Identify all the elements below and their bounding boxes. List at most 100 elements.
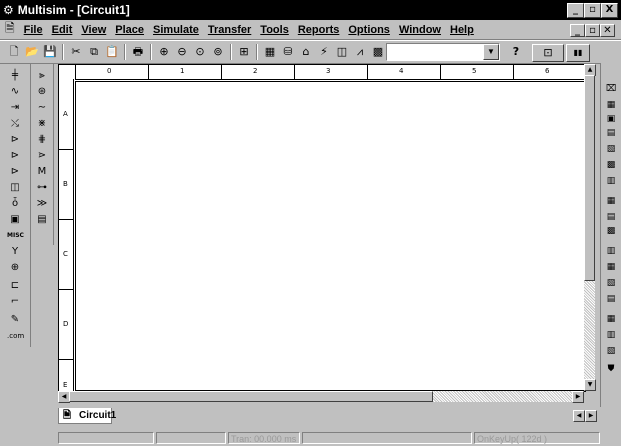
iv-analyzer-icon[interactable]: ▥ (604, 245, 618, 257)
rf-icon[interactable]: ✎ (7, 313, 23, 327)
logic-converter-icon[interactable]: ▩ (604, 225, 618, 237)
logic-analyzer-icon[interactable]: Ⅿ (34, 165, 50, 179)
close-button[interactable]: X (601, 3, 618, 18)
diode-icon[interactable]: ⇥ (7, 101, 23, 115)
wattmeter-icon[interactable]: ∼ (34, 101, 50, 115)
network-analyzer-icon[interactable]: ▤ (604, 293, 618, 305)
spectrum-analyzer-icon[interactable]: ▤ (34, 213, 50, 227)
in-use-list-combo[interactable]: ▼ (386, 43, 500, 61)
oscilloscope-icon[interactable]: ⋇ (34, 117, 50, 131)
antenna-icon[interactable]: Y (7, 245, 23, 259)
menu-window[interactable]: Window (399, 24, 441, 36)
vertical-scroll-thumb[interactable] (584, 75, 595, 281)
menu-simulate[interactable]: Simulate (153, 24, 199, 36)
menu-file[interactable]: File (24, 24, 43, 36)
help-icon[interactable]: ? (508, 44, 524, 60)
spectrum-analyzer-icon[interactable]: ▧ (604, 277, 618, 289)
word-generator-icon[interactable]: ▦ (604, 195, 618, 207)
paste-icon[interactable]: 📋 (104, 44, 120, 60)
save-icon[interactable]: 💾 (42, 44, 58, 60)
menu-options[interactable]: Options (348, 24, 390, 36)
pause-icon[interactable]: ▮▮ (566, 44, 590, 62)
wattmeter-icon[interactable]: ▣ (604, 113, 618, 125)
source-icon[interactable]: ╪ (7, 69, 23, 83)
analysis-icon[interactable]: ⩘ (352, 44, 368, 60)
mixed-icon[interactable]: ȱ (7, 197, 23, 211)
scroll-down-icon[interactable]: ▼ (584, 379, 596, 391)
cmos-icon[interactable]: ⊳ (7, 165, 23, 179)
ladder-icon[interactable]: ⌐ (7, 295, 23, 309)
database-icon[interactable]: ⛁ (280, 44, 296, 60)
simulate-switch-icon[interactable]: ⊡ (532, 44, 564, 62)
misc-icon[interactable]: MISC (7, 229, 24, 243)
new-icon[interactable]: 🗋 (6, 44, 22, 60)
mdi-close-button[interactable]: ✕ (600, 24, 615, 37)
multimeter-icon[interactable]: ⫸ (34, 69, 50, 83)
zoom-out-icon[interactable]: ⊖ (174, 44, 190, 60)
menu-transfer[interactable]: Transfer (208, 24, 251, 36)
four-channel-oscilloscope-icon[interactable]: ▧ (604, 143, 618, 155)
horizontal-scroll-thumb[interactable] (69, 391, 433, 402)
ttl-icon[interactable]: ⊳ (7, 149, 23, 163)
status-panel (156, 432, 226, 444)
open-icon[interactable]: 📂 (24, 44, 40, 60)
drawing-area[interactable] (75, 81, 585, 391)
component-wizard-icon[interactable]: ⌂ (298, 44, 314, 60)
zoom-area-icon[interactable]: ⊙ (192, 44, 208, 60)
agilent-generator-icon[interactable]: ▦ (604, 313, 618, 325)
digital-icon[interactable]: ◫ (7, 181, 23, 195)
tab-scroll-left-icon[interactable]: ◀ (573, 410, 585, 422)
vertical-scrollbar[interactable]: ▲ ▼ (584, 64, 596, 391)
measurement-probe-icon[interactable]: ⛊ (604, 363, 618, 375)
bode-plotter-icon[interactable]: ▩ (604, 159, 618, 171)
menu-reports[interactable]: Reports (298, 24, 340, 36)
menu-tools[interactable]: Tools (260, 24, 289, 36)
distortion-analyzer-icon[interactable]: ≫ (34, 197, 50, 211)
menu-edit[interactable]: Edit (52, 24, 73, 36)
agilent-multimeter-icon[interactable]: ▥ (604, 329, 618, 341)
com-icon[interactable]: .com (7, 329, 24, 343)
frequency-counter-icon[interactable]: ▥ (604, 175, 618, 187)
logic-converter-icon[interactable]: ⊶ (34, 181, 50, 195)
mdi-minimize-button[interactable]: _ (570, 24, 585, 37)
grapher-icon[interactable]: ◫ (334, 44, 350, 60)
cut-icon[interactable]: ✂ (68, 44, 84, 60)
document-icon[interactable]: 🗎 (5, 19, 15, 40)
spreadsheet-icon[interactable]: ▦ (262, 44, 278, 60)
electromechanical-icon[interactable]: ⊕ (7, 261, 23, 275)
restore-button[interactable]: ▫ (584, 3, 601, 18)
distortion-analyzer-icon[interactable]: ▦ (604, 261, 618, 273)
hierarchy-icon[interactable]: ⊞ (236, 44, 252, 60)
function-generator-icon[interactable]: ▦ (604, 99, 618, 111)
app-icon: ⚙ (3, 3, 14, 17)
minimize-button[interactable]: _ (567, 3, 584, 18)
print-icon[interactable]: 🖶 (130, 44, 146, 60)
menu-view[interactable]: View (81, 24, 106, 36)
multimeter-icon[interactable]: ⌧ (604, 83, 618, 95)
oscilloscope-icon[interactable]: ▤ (604, 127, 618, 139)
menu-place[interactable]: Place (115, 24, 144, 36)
menu-help[interactable]: Help (450, 24, 474, 36)
indicator-icon[interactable]: ▣ (7, 213, 23, 227)
bus-icon[interactable]: ⊏ (7, 279, 23, 293)
instrument-icon[interactable]: ▩ (370, 44, 386, 60)
transistor-icon[interactable]: ⤯ (7, 117, 23, 131)
zoom-fit-icon[interactable]: ⊚ (210, 44, 226, 60)
word-generator-icon[interactable]: ⋗ (34, 149, 50, 163)
column-label: 3 (326, 67, 331, 75)
logic-analyzer-icon[interactable]: ▤ (604, 211, 618, 223)
tab-circuit1[interactable]: 🗎 Circuit1 (58, 408, 116, 424)
tab-scroll-right-icon[interactable]: ▶ (585, 410, 597, 422)
analog-icon[interactable]: ⊳ (7, 133, 23, 147)
agilent-oscilloscope-icon[interactable]: ▧ (604, 345, 618, 357)
copy-icon[interactable]: ⧉ (86, 44, 102, 60)
bode-plotter-icon[interactable]: ⋕ (34, 133, 50, 147)
function-generator-icon[interactable]: ⊛ (34, 85, 50, 99)
zoom-in-icon[interactable]: ⊕ (156, 44, 172, 60)
postprocessor-icon[interactable]: ⚡ (316, 44, 332, 60)
horizontal-scrollbar[interactable]: ◀ ▶ (58, 391, 584, 403)
scroll-right-icon[interactable]: ▶ (572, 391, 584, 403)
mdi-restore-button[interactable]: ▫ (585, 24, 600, 37)
resistor-icon[interactable]: ∿ (7, 85, 23, 99)
chevron-down-icon[interactable]: ▼ (483, 44, 499, 60)
